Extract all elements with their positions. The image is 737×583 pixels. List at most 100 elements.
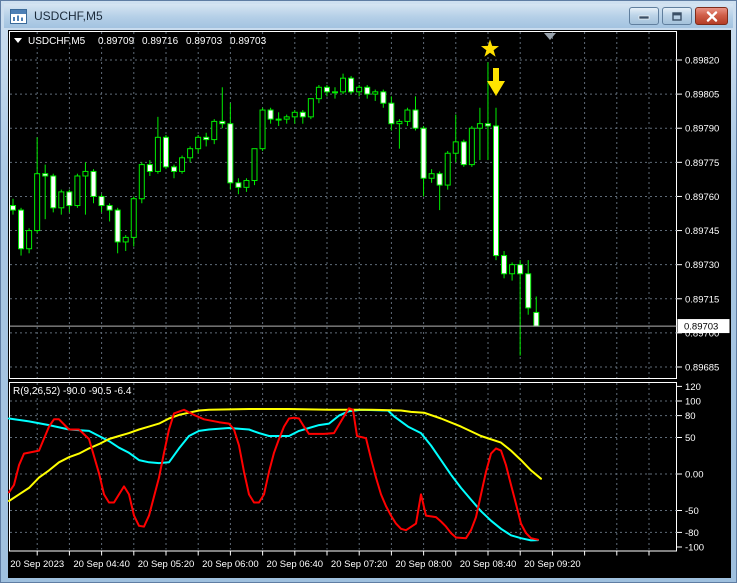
candle [162,136,169,168]
indicator-header: R(9,26,52) -90.0 -90.5 -6.4 [13,386,132,397]
candle [259,109,266,150]
candle [428,173,435,179]
chart-client-area: 0.89820 0.89805 0.89790 0.89775 0.89760 0.897… [8,30,731,578]
candle [90,170,97,197]
price-axis-label: 0.89820 [685,56,719,67]
candle [452,141,459,154]
candle [307,98,314,118]
candle [122,236,129,243]
candle [315,86,322,100]
indicator-axis-label: -50 [685,506,699,517]
candle [340,77,347,93]
indicator-axis-label: -100 [685,543,704,554]
time-axis-label: 20 Sep 06:40 [267,559,324,570]
candle [388,102,395,125]
candle [412,109,419,129]
header-close-value: 0.89703 [230,36,267,47]
chart-canvas[interactable]: 0.89820 0.89805 0.89790 0.89775 0.89760 0.897… [8,30,731,578]
indicator-axis-label: 100 [685,397,701,408]
candle [82,170,89,177]
candle [58,191,65,209]
candle [50,175,57,209]
price-axis-label: 0.89745 [685,226,719,237]
time-axis-label: 20 Sep 07:20 [331,559,388,570]
candle [74,175,81,207]
indicator-axis-label: 50 [685,433,696,444]
candle [420,127,427,179]
window-titlebar[interactable]: USDCHF,M5 [4,4,733,28]
indicator-pane-frame[interactable] [9,382,677,552]
candle [299,111,306,118]
time-axis-label: 20 Sep 2023 [10,559,64,570]
time-axis[interactable]: 20 Sep 2023 20 Sep 04:40 20 Sep 05:20 20 Se… [10,551,650,571]
candle [154,136,161,172]
candle [66,191,73,207]
time-axis-label: 20 Sep 08:00 [395,559,452,570]
time-axis-label: 20 Sep 08:40 [460,559,517,570]
time-axis-label: 20 Sep 06:00 [202,559,259,570]
header-high-value: 0.89716 [142,36,179,47]
candle [476,123,483,129]
time-axis-label: 20 Sep 04:40 [73,559,130,570]
candle [501,255,508,275]
candle [396,120,403,125]
candle [275,118,282,121]
candle [267,109,274,120]
candle [323,86,330,93]
window-title: USDCHF,M5 [34,9,103,23]
candle [332,91,338,94]
candle [171,166,177,172]
candle [364,86,371,95]
price-axis-label: 0.89685 [685,363,719,374]
price-axis-label: 0.89775 [685,158,719,169]
time-axis-label: 20 Sep 09:20 [524,559,581,570]
candle [146,164,153,172]
candle [525,273,532,309]
header-low-value: 0.89703 [186,36,223,47]
candle [235,182,242,188]
candle [219,120,226,125]
minimize-button[interactable] [629,7,659,25]
header-open-value: 0.89709 [98,36,135,47]
close-icon [706,10,717,22]
close-button[interactable] [695,7,728,25]
indicator-axis-label: -80 [685,528,699,539]
candle [98,195,105,207]
candle [195,136,202,150]
candle [187,148,194,159]
restore-icon [672,11,682,21]
indicator-axis[interactable]: 120 100 80 50 0.00 -50 -80 -100 [677,382,704,554]
price-axis-label: 0.89805 [685,90,719,101]
candle [243,180,250,188]
candle [533,311,540,327]
candle [138,164,145,200]
candle [468,127,475,166]
candle [10,205,16,211]
candle [444,152,451,186]
candle [291,111,298,118]
price-axis-label: 0.89760 [685,192,719,203]
restore-button[interactable] [662,7,692,25]
candle [203,136,210,141]
candle [179,157,186,172]
price-axis-label: 0.89730 [685,260,719,271]
time-axis-label: 20 Sep 05:20 [138,559,195,570]
candle [18,209,25,250]
candle [380,91,387,104]
candle [509,264,516,275]
candle [372,91,379,95]
current-price-value: 0.89703 [684,322,718,333]
candle [114,209,121,243]
candle [227,123,234,184]
candle [493,125,499,257]
candle [211,120,218,141]
chart-window: USDCHF,M5 0.89820 0.89805 0.89790 0.89775 0.… [0,0,737,583]
indicator-axis-label: 120 [685,382,701,393]
candle [283,116,290,120]
minimize-icon [638,15,650,20]
price-axis[interactable]: 0.89820 0.89805 0.89790 0.89775 0.89760 0.897… [677,56,730,374]
candle [251,148,258,182]
chart-window-icon [10,8,27,24]
candle [348,77,355,93]
indicator-axis-label: 80 [685,411,696,422]
